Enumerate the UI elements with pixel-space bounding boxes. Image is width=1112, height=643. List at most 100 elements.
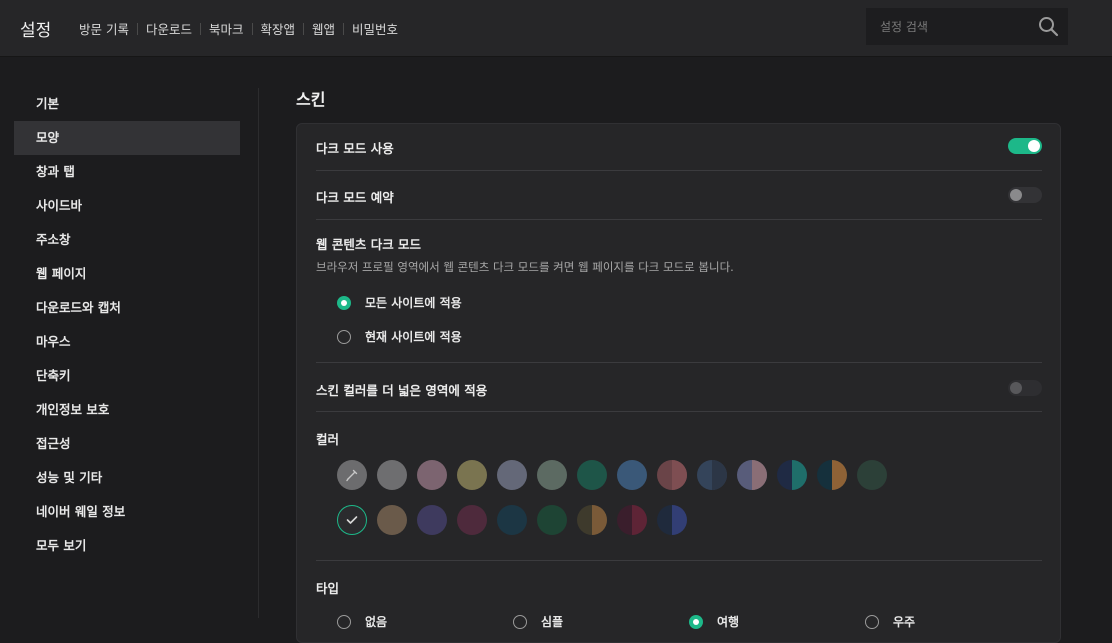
section-title-skin: 스킨 xyxy=(296,90,326,109)
color-swatch[interactable] xyxy=(377,460,407,490)
toggle-knob xyxy=(1028,140,1040,152)
divider xyxy=(316,411,1042,412)
radio-unchecked-icon[interactable] xyxy=(337,614,351,629)
sidebar-item-windows-tabs[interactable]: 창과 탭 xyxy=(14,155,240,189)
settings-sidebar: 기본 모양 창과 탭 사이드바 주소창 웹 페이지 다운로드와 캡처 마우스 단… xyxy=(14,87,240,563)
radio-checked-icon[interactable] xyxy=(689,614,703,629)
divider xyxy=(316,219,1042,220)
swatch-half xyxy=(672,460,687,490)
toggle-knob xyxy=(1010,189,1022,201)
color-swatch[interactable] xyxy=(617,460,647,490)
sidebar-item-mouse[interactable]: 마우스 xyxy=(14,325,240,359)
color-swatches-row-1 xyxy=(337,460,897,490)
nav-extensions[interactable]: 확장앱 xyxy=(261,19,296,38)
type-option-none[interactable]: 없음 xyxy=(337,613,513,630)
nav-separator xyxy=(343,22,345,35)
divider xyxy=(316,170,1042,171)
color-swatch[interactable] xyxy=(577,460,607,490)
sidebar-item-address-bar[interactable]: 주소창 xyxy=(14,223,240,257)
dark-mode-label: 다크 모드 사용 xyxy=(316,141,394,156)
wide-color-toggle[interactable] xyxy=(1008,380,1042,396)
color-swatch[interactable] xyxy=(337,505,367,535)
type-options: 없음 심플 여행 우주 xyxy=(337,613,1041,630)
divider xyxy=(316,560,1042,561)
dark-mode-row: 다크 모드 사용 xyxy=(316,138,1042,156)
nav-webapps[interactable]: 웹앱 xyxy=(312,19,335,38)
radio-label: 모든 사이트에 적용 xyxy=(365,296,462,310)
sidebar-item-performance[interactable]: 성능 및 기타 xyxy=(14,461,240,495)
sidebar-item-sidebar[interactable]: 사이드바 xyxy=(14,189,240,223)
color-swatch[interactable] xyxy=(417,505,447,535)
top-nav: 방문 기록 다운로드 북마크 확장앱 웹앱 비밀번호 xyxy=(79,19,398,38)
nav-separator xyxy=(200,22,201,35)
color-swatch[interactable] xyxy=(817,460,847,490)
nav-separator xyxy=(303,22,305,35)
search-input[interactable] xyxy=(880,19,1030,34)
web-dark-option-current-site[interactable]: 현재 사이트에 적용 xyxy=(337,328,462,345)
sidebar-item-appearance[interactable]: 모양 xyxy=(14,121,240,155)
nav-passwords[interactable]: 비밀번호 xyxy=(352,19,398,38)
sidebar-item-show-all[interactable]: 모두 보기 xyxy=(14,529,240,563)
nav-history[interactable]: 방문 기록 xyxy=(79,19,129,38)
type-label: 타입 xyxy=(316,581,340,596)
web-dark-row: 웹 콘텐츠 다크 모드 브라우저 프로필 영역에서 웹 콘텐츠 다크 모드를 켜… xyxy=(316,234,1042,275)
radio-label: 여행 xyxy=(717,615,740,629)
color-row: 컬러 xyxy=(316,429,1042,448)
wide-color-row: 스킨 컬러를 더 넓은 영역에 적용 xyxy=(316,380,1042,398)
web-dark-description: 브라우저 프로필 영역에서 웹 콘텐츠 다크 모드를 켜면 웹 페이지를 다크 … xyxy=(316,260,734,274)
color-swatch[interactable] xyxy=(537,460,567,490)
nav-bookmarks[interactable]: 북마크 xyxy=(209,19,244,38)
color-swatch[interactable] xyxy=(377,505,407,535)
swatch-half xyxy=(672,505,687,535)
swatch-half xyxy=(832,460,847,490)
sidebar-item-download-capture[interactable]: 다운로드와 캡처 xyxy=(14,291,240,325)
nav-downloads[interactable]: 다운로드 xyxy=(146,19,192,38)
color-swatch[interactable] xyxy=(577,505,607,535)
swatch-half xyxy=(792,460,807,490)
color-swatch[interactable] xyxy=(657,460,687,490)
type-option-travel[interactable]: 여행 xyxy=(689,613,865,630)
sidebar-item-web-page[interactable]: 웹 페이지 xyxy=(14,257,240,291)
color-swatch[interactable] xyxy=(337,460,367,490)
web-dark-option-all-sites[interactable]: 모든 사이트에 적용 xyxy=(337,294,462,311)
color-swatch[interactable] xyxy=(857,460,887,490)
radio-unchecked-icon[interactable] xyxy=(513,614,527,629)
color-swatch[interactable] xyxy=(657,505,687,535)
sidebar-item-shortcuts[interactable]: 단축키 xyxy=(14,359,240,393)
swatch-half xyxy=(592,505,607,535)
radio-checked-icon[interactable] xyxy=(337,295,351,310)
type-row: 타입 xyxy=(316,578,1042,597)
color-swatch[interactable] xyxy=(497,505,527,535)
sidebar-item-privacy[interactable]: 개인정보 보호 xyxy=(14,393,240,427)
color-swatch[interactable] xyxy=(777,460,807,490)
dark-schedule-toggle[interactable] xyxy=(1008,187,1042,203)
top-bar: 설정 방문 기록 다운로드 북마크 확장앱 웹앱 비밀번호 xyxy=(0,0,1112,57)
color-swatch[interactable] xyxy=(537,505,567,535)
settings-title: 설정 xyxy=(20,21,52,41)
web-dark-label: 웹 콘텐츠 다크 모드 xyxy=(316,237,422,252)
type-option-space[interactable]: 우주 xyxy=(865,613,1041,630)
radio-label: 없음 xyxy=(365,615,388,629)
swatch-half xyxy=(752,460,767,490)
toggle-knob xyxy=(1010,382,1022,394)
swatch-half xyxy=(712,460,727,490)
color-swatch[interactable] xyxy=(457,460,487,490)
color-swatch[interactable] xyxy=(497,460,527,490)
radio-unchecked-icon[interactable] xyxy=(865,614,879,629)
color-swatches-row-2 xyxy=(337,505,697,535)
color-swatch[interactable] xyxy=(457,505,487,535)
check-icon xyxy=(346,515,357,524)
nav-separator xyxy=(251,22,253,35)
swatch-half xyxy=(632,505,647,535)
color-swatch[interactable] xyxy=(617,505,647,535)
color-swatch[interactable] xyxy=(737,460,767,490)
sidebar-item-basic[interactable]: 기본 xyxy=(14,87,240,121)
color-swatch[interactable] xyxy=(417,460,447,490)
search-icon[interactable] xyxy=(1038,16,1059,37)
sidebar-item-accessibility[interactable]: 접근성 xyxy=(14,427,240,461)
radio-unchecked-icon[interactable] xyxy=(337,329,351,344)
color-swatch[interactable] xyxy=(697,460,727,490)
dark-mode-toggle[interactable] xyxy=(1008,138,1042,154)
type-option-simple[interactable]: 심플 xyxy=(513,613,689,630)
sidebar-item-about[interactable]: 네이버 웨일 정보 xyxy=(14,495,240,529)
